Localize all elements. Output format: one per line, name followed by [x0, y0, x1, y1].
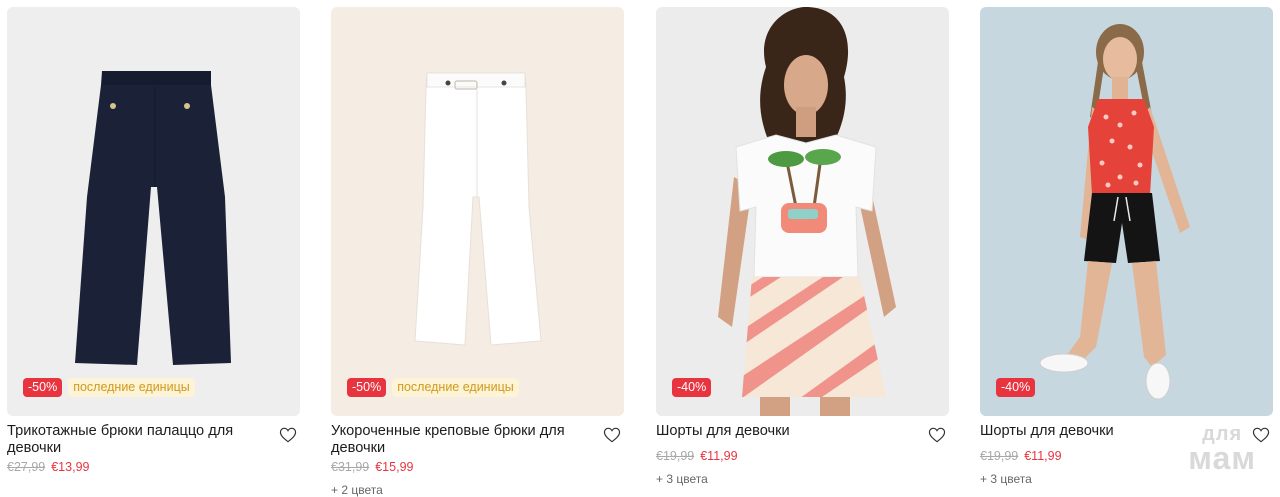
badges: -40% — [996, 378, 1036, 397]
price-block: €31,99 €15,99 — [331, 460, 413, 474]
old-price: €31,99 — [331, 460, 370, 474]
product-title[interactable]: Шорты для девочки — [656, 423, 911, 440]
product-image[interactable] — [7, 7, 300, 416]
price-block: €19,99 €11,99 — [980, 449, 1062, 463]
discount-badge: -40% — [996, 378, 1036, 397]
price-block: €19,99 €11,99 — [656, 449, 738, 463]
girl-striped-shorts-image — [656, 7, 949, 416]
heart-outline-icon[interactable] — [279, 427, 297, 443]
last-units-badge: последние единицы — [68, 378, 195, 397]
heart-outline-icon[interactable] — [928, 427, 946, 443]
pants-white-image — [331, 7, 624, 416]
discount-badge: -50% — [347, 378, 387, 397]
girl-black-shorts-image — [980, 7, 1273, 416]
badges: -50% последние единицы — [23, 378, 195, 397]
sale-price: €11,99 — [1024, 449, 1062, 463]
product-card[interactable]: -50% последние единицы Укороченные крепо… — [331, 7, 624, 497]
price-block: €27,99 €13,99 — [7, 460, 89, 474]
product-title[interactable]: Трикотажные брюки палаццо для девочки — [7, 423, 262, 457]
product-image[interactable] — [656, 7, 949, 416]
product-card[interactable]: -40% Шорты для девочки €19,99 €11,99 + 3 … — [980, 7, 1273, 494]
product-title[interactable]: Укороченные креповые брюки для девочки — [331, 423, 586, 457]
sale-price: €13,99 — [51, 460, 90, 474]
discount-badge: -50% — [23, 378, 63, 397]
product-card[interactable]: -40% Шорты для девочки €19,99 €11,99 + 3 … — [656, 7, 949, 494]
product-image[interactable] — [980, 7, 1273, 416]
discount-badge: -40% — [672, 378, 712, 397]
more-colors-link[interactable]: + 3 цвета — [980, 472, 1032, 486]
last-units-badge: последние единицы — [392, 378, 519, 397]
old-price: €27,99 — [7, 460, 46, 474]
old-price: €19,99 — [656, 449, 695, 463]
product-image[interactable] — [331, 7, 624, 416]
heart-outline-icon[interactable] — [603, 427, 621, 443]
watermark-line-2: мам — [1188, 440, 1256, 476]
product-card[interactable]: -50% последние единицы Трикотажные брюки… — [7, 7, 300, 494]
more-colors-link[interactable]: + 3 цвета — [656, 472, 708, 486]
sale-price: €15,99 — [375, 460, 414, 474]
sale-price: €11,99 — [700, 449, 738, 463]
badges: -40% — [672, 378, 712, 397]
old-price: €19,99 — [980, 449, 1019, 463]
product-grid: -50% последние единицы Трикотажные брюки… — [0, 0, 1280, 497]
badges: -50% последние единицы — [347, 378, 519, 397]
more-colors-link[interactable]: + 2 цвета — [331, 483, 383, 497]
pants-navy-image — [7, 7, 300, 416]
watermark-logo: для мам — [1188, 424, 1256, 474]
